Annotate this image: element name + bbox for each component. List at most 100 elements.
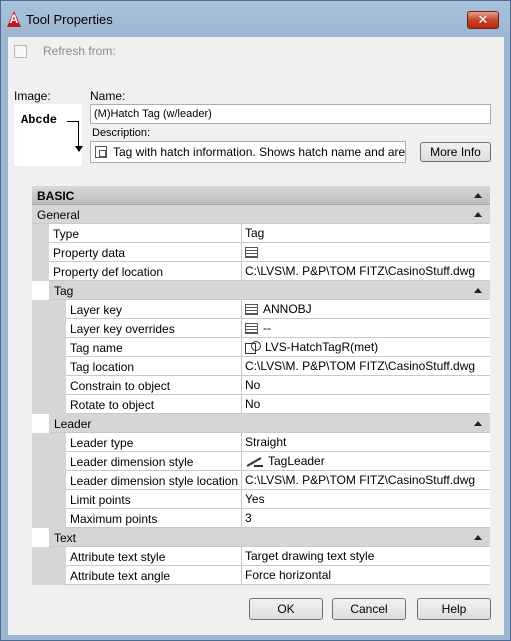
- image-label: Image:: [14, 89, 51, 103]
- category-basic[interactable]: BASIC: [32, 186, 490, 205]
- property-name: Layer key: [66, 300, 242, 318]
- row-indent: [32, 471, 66, 490]
- property-row[interactable]: Rotate to object No: [32, 395, 490, 414]
- property-grid: BASIC General Type Tag Property data Proper…: [32, 186, 490, 585]
- property-value[interactable]: Tag: [242, 224, 490, 242]
- property-name: Maximum points: [66, 509, 242, 527]
- list-icon: [245, 303, 258, 315]
- property-name: Type: [49, 224, 242, 242]
- property-name: Tag name: [66, 338, 242, 356]
- collapse-icon[interactable]: [474, 288, 482, 293]
- property-row[interactable]: Layer key ANNOBJ: [32, 300, 490, 319]
- property-value[interactable]: [242, 243, 490, 261]
- collapse-icon[interactable]: [474, 193, 482, 198]
- close-button[interactable]: ✕: [467, 11, 499, 29]
- row-indent: [32, 357, 66, 376]
- property-value[interactable]: --: [242, 319, 490, 337]
- category-text[interactable]: Text: [49, 528, 490, 547]
- description-input[interactable]: Tag with hatch information. Shows hatch …: [90, 141, 406, 163]
- category-tag[interactable]: Tag: [49, 281, 490, 300]
- refresh-from-checkbox[interactable]: [14, 44, 27, 58]
- property-name: Limit points: [66, 490, 242, 508]
- property-row[interactable]: Type Tag: [32, 224, 490, 243]
- property-row[interactable]: Property def location C:\LVS\M. P&P\TOM F…: [32, 262, 490, 281]
- leader-icon: [245, 455, 263, 468]
- description-edit-icon[interactable]: [95, 146, 107, 158]
- property-value[interactable]: Straight: [242, 433, 490, 451]
- property-name: Tag location: [66, 357, 242, 375]
- property-value-text: Yes: [245, 492, 265, 506]
- ok-button[interactable]: OK: [249, 598, 323, 620]
- property-value[interactable]: No: [242, 376, 490, 394]
- property-value[interactable]: No: [242, 395, 490, 413]
- tool-image-preview[interactable]: Abcde: [14, 104, 83, 166]
- property-name: Leader dimension style: [66, 452, 242, 470]
- refresh-from-row: Refresh from:: [14, 43, 116, 59]
- property-value[interactable]: ANNOBJ: [242, 300, 490, 318]
- property-value-text: Target drawing text style: [245, 549, 375, 563]
- collapse-icon[interactable]: [474, 212, 482, 217]
- property-row[interactable]: Leader dimension style TagLeader: [32, 452, 490, 471]
- property-value[interactable]: LVS-HatchTagR(met): [242, 338, 490, 356]
- property-row[interactable]: Property data: [32, 243, 490, 262]
- title-bar[interactable]: A Tool Properties ✕: [1, 1, 510, 37]
- cancel-button[interactable]: Cancel: [332, 598, 406, 620]
- property-value[interactable]: TagLeader: [242, 452, 490, 470]
- property-value[interactable]: Force horizontal: [242, 566, 490, 584]
- property-row[interactable]: Layer key overrides --: [32, 319, 490, 338]
- close-icon: ✕: [477, 12, 489, 27]
- property-row[interactable]: Tag location C:\LVS\M. P&P\TOM FITZ\Casin…: [32, 357, 490, 376]
- property-row[interactable]: Tag name LVS-HatchTagR(met): [32, 338, 490, 357]
- row-indent: [32, 319, 66, 338]
- list-icon: [245, 322, 258, 334]
- refresh-from-label: Refresh from:: [43, 44, 116, 58]
- property-row[interactable]: Limit points Yes: [32, 490, 490, 509]
- category-label: Text: [54, 531, 77, 545]
- property-name: Layer key overrides: [66, 319, 242, 337]
- row-indent: [32, 300, 66, 319]
- category-label: General: [37, 208, 80, 222]
- property-value-text: Tag: [245, 226, 265, 240]
- help-button[interactable]: Help: [417, 598, 491, 620]
- tool-properties-window: A Tool Properties ✕ Refresh from: Image:…: [0, 0, 511, 641]
- collapse-icon[interactable]: [474, 421, 482, 426]
- property-value[interactable]: Yes: [242, 490, 490, 508]
- property-row[interactable]: Maximum points 3: [32, 509, 490, 528]
- property-row[interactable]: Attribute text angle Force horizontal: [32, 566, 490, 585]
- autocad-app-icon: A: [7, 11, 21, 27]
- row-indent: [32, 547, 66, 566]
- window-title: Tool Properties: [26, 12, 113, 27]
- row-indent: [32, 509, 66, 528]
- property-name: Rotate to object: [66, 395, 242, 413]
- property-value[interactable]: 3: [242, 509, 490, 527]
- property-value-text: C:\LVS\M. P&P\TOM FITZ\CasinoStuff.dwg: [245, 359, 476, 373]
- collapse-icon[interactable]: [474, 535, 482, 540]
- list-icon: [245, 246, 258, 258]
- property-row[interactable]: Attribute text style Target drawing text …: [32, 547, 490, 566]
- row-indent: [32, 452, 66, 471]
- property-value[interactable]: C:\LVS\M. P&P\TOM FITZ\CasinoStuff.dwg: [242, 357, 490, 375]
- property-row[interactable]: Leader type Straight: [32, 433, 490, 452]
- property-value[interactable]: C:\LVS\M. P&P\TOM FITZ\CasinoStuff.dwg: [242, 262, 490, 280]
- property-value-text: No: [245, 378, 261, 392]
- description-label: Description:: [92, 127, 151, 139]
- row-indent: [32, 490, 66, 509]
- property-value-text: Force horizontal: [245, 568, 332, 582]
- row-indent: [32, 566, 66, 585]
- more-info-button[interactable]: More Info: [420, 142, 491, 162]
- category-general[interactable]: General: [32, 205, 490, 224]
- property-name: Leader type: [66, 433, 242, 451]
- property-value[interactable]: Target drawing text style: [242, 547, 490, 565]
- category-leader[interactable]: Leader: [49, 414, 490, 433]
- property-name: Attribute text angle: [66, 566, 242, 584]
- property-row[interactable]: Constrain to object No: [32, 376, 490, 395]
- property-value-text: --: [263, 321, 271, 335]
- property-value[interactable]: C:\LVS\M. P&P\TOM FITZ\CasinoStuff.dwg: [242, 471, 490, 489]
- name-input[interactable]: (M)Hatch Tag (w/leader): [90, 104, 491, 124]
- row-indent: [32, 395, 66, 414]
- row-indent: [32, 262, 49, 281]
- property-name: Property data: [49, 243, 242, 261]
- property-row[interactable]: Leader dimension style location C:\LVS\M.…: [32, 471, 490, 490]
- property-value-text: Straight: [245, 435, 287, 449]
- row-indent: [32, 433, 66, 452]
